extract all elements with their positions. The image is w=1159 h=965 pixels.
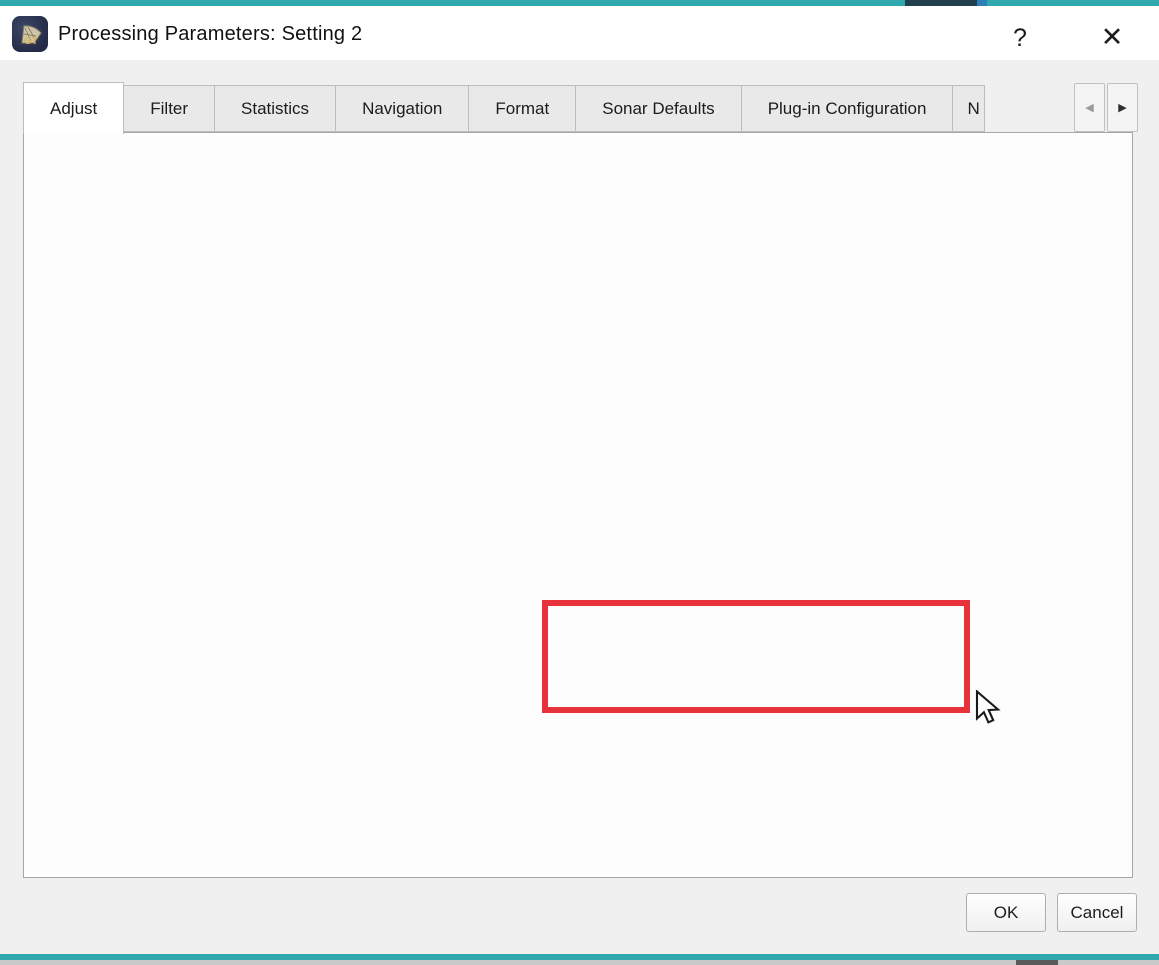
app-icon-text: GT bbox=[24, 36, 38, 47]
window-title: Processing Parameters: Setting 2 bbox=[58, 23, 362, 46]
tab-scroll-right-button[interactable]: ▶ bbox=[1107, 83, 1138, 132]
app-icon: GT bbox=[12, 16, 48, 52]
tab-navigation[interactable]: Navigation bbox=[336, 85, 469, 132]
close-button[interactable]: ✕ bbox=[1088, 16, 1136, 58]
tab-scroll-left-button[interactable]: ◀ bbox=[1074, 83, 1105, 132]
arrow-right-icon: ▶ bbox=[1118, 101, 1126, 114]
tab-clipped[interactable]: N bbox=[953, 85, 985, 132]
tab-bar: Adjust Filter Statistics Navigation Form… bbox=[23, 82, 1073, 133]
titlebar: GT Processing Parameters: Setting 2 ? ✕ bbox=[0, 6, 1159, 60]
tab-adjust[interactable]: Adjust bbox=[23, 82, 124, 134]
ok-button[interactable]: OK bbox=[966, 893, 1046, 932]
cancel-button[interactable]: Cancel bbox=[1057, 893, 1137, 932]
processing-parameters-dialog: GT Processing Parameters: Setting 2 ? ✕ … bbox=[0, 0, 1159, 965]
tab-sonar-defaults[interactable]: Sonar Defaults bbox=[576, 85, 741, 132]
tab-filter[interactable]: Filter bbox=[124, 85, 215, 132]
tab-content-panel bbox=[23, 132, 1133, 878]
arrow-left-icon: ◀ bbox=[1085, 101, 1093, 114]
bottom-strip-dark-segment bbox=[1016, 960, 1058, 965]
tab-plugin-configuration[interactable]: Plug-in Configuration bbox=[742, 85, 954, 132]
tab-statistics[interactable]: Statistics bbox=[215, 85, 336, 132]
bottom-gray-strip bbox=[0, 960, 1159, 965]
tab-format[interactable]: Format bbox=[469, 85, 576, 132]
help-button[interactable]: ? bbox=[998, 18, 1042, 58]
